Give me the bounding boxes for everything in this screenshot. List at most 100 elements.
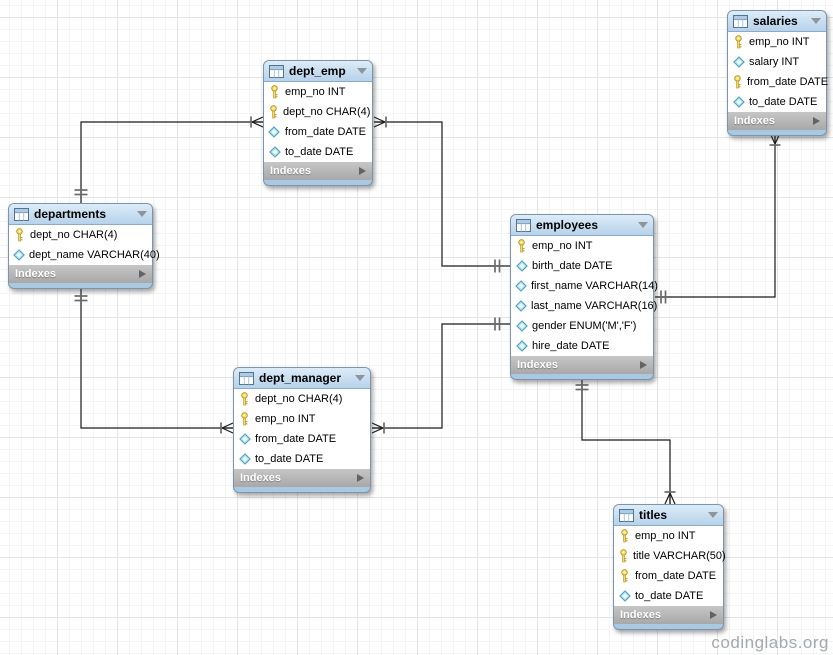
field-dept_manager-to_date[interactable]: to_date DATE (234, 449, 370, 469)
field-employees-birth_date[interactable]: birth_date DATE (511, 256, 653, 276)
relationship-employees-titles[interactable] (576, 378, 676, 504)
table-header[interactable]: employees (511, 215, 653, 236)
diamond-icon (13, 249, 25, 261)
table-title: dept_manager (259, 371, 341, 385)
key-icon (618, 549, 629, 563)
diamond-icon (733, 96, 745, 108)
key-icon-wrap (268, 85, 281, 99)
relationship-employees-salaries[interactable] (655, 133, 781, 304)
expand-arrow-icon (640, 361, 647, 369)
collapse-arrow-icon[interactable] (708, 512, 718, 518)
table-columns: emp_no INT birth_date DATE first_name VARC… (511, 236, 653, 356)
indexes-row[interactable]: Indexes (264, 162, 372, 180)
diamond-icon (516, 340, 528, 352)
key-icon (733, 35, 744, 49)
key-icon-wrap (732, 35, 745, 49)
collapse-arrow-icon[interactable] (638, 222, 648, 228)
key-icon-wrap (238, 392, 251, 406)
field-label: emp_no INT (532, 240, 593, 252)
field-salaries-to_date[interactable]: to_date DATE (728, 92, 826, 112)
diamond-icon (268, 126, 280, 138)
table-header[interactable]: titles (614, 505, 723, 526)
indexes-row[interactable]: Indexes (614, 606, 723, 624)
field-label: to_date DATE (635, 590, 703, 602)
field-label: emp_no INT (255, 413, 316, 425)
field-label: from_date DATE (747, 76, 828, 88)
table-header[interactable]: dept_emp (264, 61, 372, 82)
table-titles[interactable]: titles emp_no INT title VARCHAR(50)from_da… (613, 504, 724, 630)
table-icon-wrap (14, 208, 29, 221)
table-dept_emp[interactable]: dept_empemp_no INT dept_no CHAR(4) from_da… (263, 60, 373, 186)
field-label: salary INT (749, 56, 799, 68)
table-employees[interactable]: employees emp_no INT birth_date DATE first_… (510, 214, 654, 380)
field-label: dept_no CHAR(4) (255, 393, 342, 405)
field-employees-gender[interactable]: gender ENUM('M','F') (511, 316, 653, 336)
relationship-employees-dept_emp[interactable] (374, 117, 510, 273)
field-titles-from_date[interactable]: from_date DATE (614, 566, 723, 586)
indexes-row[interactable]: Indexes (511, 356, 653, 374)
table-dept_manager[interactable]: dept_manager dept_no CHAR(4) emp_no INT fro… (233, 367, 371, 493)
diagram-canvas[interactable]: salaries emp_no INT salary INT from_date DA… (0, 0, 833, 655)
relationship-departments-dept_manager[interactable] (75, 289, 234, 434)
diamond-icon (269, 146, 281, 158)
indexes-row[interactable]: Indexes (728, 112, 826, 130)
table-icon (239, 372, 254, 385)
table-salaries[interactable]: salaries emp_no INT salary INT from_date DA… (727, 10, 827, 136)
field-label: dept_no CHAR(4) (283, 106, 370, 118)
field-dept_manager-dept_no[interactable]: dept_no CHAR(4) (234, 389, 370, 409)
field-employees-hire_date[interactable]: hire_date DATE (511, 336, 653, 356)
table-columns: emp_no INT salary INT from_date DATE to_dat… (728, 32, 826, 112)
diamond-icon (619, 590, 631, 602)
indexes-row[interactable]: Indexes (9, 265, 152, 283)
collapse-arrow-icon[interactable] (811, 18, 821, 24)
field-label: emp_no INT (749, 36, 810, 48)
field-titles-title[interactable]: title VARCHAR(50) (614, 546, 723, 566)
field-salaries-salary[interactable]: salary INT (728, 52, 826, 72)
field-employees-first_name[interactable]: first_name VARCHAR(14) (511, 276, 653, 296)
expand-arrow-icon (710, 611, 717, 619)
field-titles-emp_no[interactable]: emp_no INT (614, 526, 723, 546)
field-dept_emp-dept_no[interactable]: dept_no CHAR(4) (264, 102, 372, 122)
diamond-icon-wrap (618, 590, 631, 602)
diamond-icon-wrap (268, 146, 281, 158)
field-employees-last_name[interactable]: last_name VARCHAR(16) (511, 296, 653, 316)
indexes-label: Indexes (734, 115, 775, 127)
field-departments-dept_name[interactable]: dept_name VARCHAR(40) (9, 245, 152, 265)
table-icon (516, 219, 531, 232)
table-header[interactable]: dept_manager (234, 368, 370, 389)
field-label: birth_date DATE (532, 260, 613, 272)
key-icon-wrap (238, 412, 251, 426)
table-header[interactable]: salaries (728, 11, 826, 32)
table-departments[interactable]: departmentsdept_no CHAR(4)dept_name VARC… (8, 203, 153, 289)
field-label: to_date DATE (749, 96, 817, 108)
diamond-icon (516, 320, 528, 332)
field-dept_manager-emp_no[interactable]: emp_no INT (234, 409, 370, 429)
field-dept_emp-emp_no[interactable]: emp_no INT (264, 82, 372, 102)
field-salaries-from_date[interactable]: from_date DATE (728, 72, 826, 92)
table-columns: dept_no CHAR(4) emp_no INT from_date DATEt… (234, 389, 370, 469)
diamond-icon-wrap (238, 453, 251, 465)
expand-arrow-icon (359, 167, 366, 175)
key-icon (269, 85, 280, 99)
field-label: emp_no INT (635, 530, 696, 542)
watermark: codinglabs.org (711, 633, 829, 653)
key-icon-wrap (732, 75, 743, 89)
relationship-departments-dept_emp[interactable] (75, 117, 264, 204)
expand-arrow-icon (139, 270, 146, 278)
field-dept_emp-to_date[interactable]: to_date DATE (264, 142, 372, 162)
relationship-employees-dept_manager[interactable] (372, 318, 510, 434)
table-header[interactable]: departments (9, 204, 152, 225)
field-titles-to_date[interactable]: to_date DATE (614, 586, 723, 606)
collapse-arrow-icon[interactable] (357, 68, 367, 74)
collapse-arrow-icon[interactable] (137, 211, 147, 217)
table-columns: dept_no CHAR(4)dept_name VARCHAR(40) (9, 225, 152, 265)
field-label: dept_name VARCHAR(40) (29, 249, 160, 261)
diamond-icon-wrap (268, 126, 281, 138)
field-departments-dept_no[interactable]: dept_no CHAR(4) (9, 225, 152, 245)
collapse-arrow-icon[interactable] (355, 375, 365, 381)
field-dept_emp-from_date[interactable]: from_date DATE (264, 122, 372, 142)
field-dept_manager-from_date[interactable]: from_date DATE (234, 429, 370, 449)
indexes-row[interactable]: Indexes (234, 469, 370, 487)
field-salaries-emp_no[interactable]: emp_no INT (728, 32, 826, 52)
field-employees-emp_no[interactable]: emp_no INT (511, 236, 653, 256)
